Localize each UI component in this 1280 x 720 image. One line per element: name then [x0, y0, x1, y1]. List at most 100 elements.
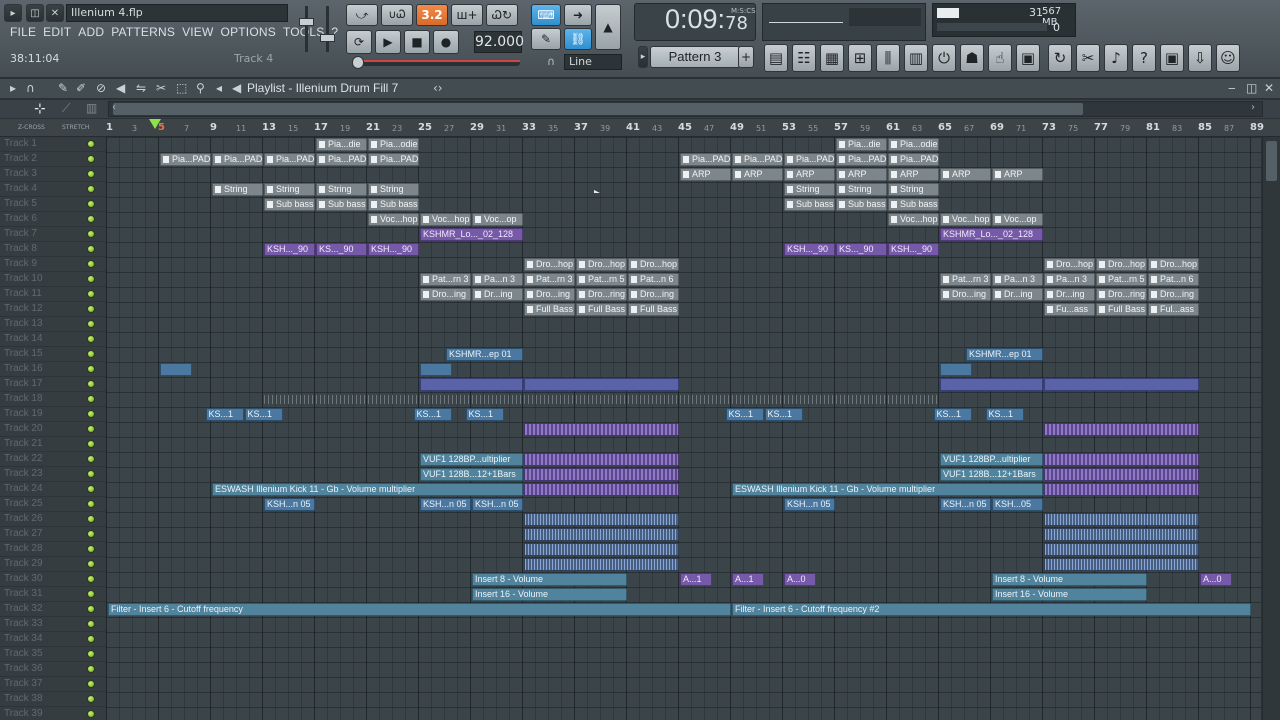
add-pattern-button[interactable]: +: [738, 46, 754, 68]
track-enable-led[interactable]: [87, 395, 95, 403]
playlist-clip[interactable]: String: [784, 183, 835, 196]
playlist-clip[interactable]: KS...1: [933, 408, 972, 421]
playlist-clip[interactable]: String: [316, 183, 367, 196]
track-header[interactable]: Track 7: [0, 227, 106, 242]
track-header[interactable]: Track 9: [0, 257, 106, 272]
menu-options[interactable]: OPTIONS: [221, 25, 276, 43]
playlist-clip[interactable]: [524, 483, 679, 496]
playlist-clip[interactable]: Pia...PAD: [160, 153, 211, 166]
metronome-icon[interactable]: ⤻: [346, 4, 378, 26]
playlist-clip[interactable]: [1044, 453, 1199, 466]
playlist-clip[interactable]: Pia...PAD: [836, 153, 887, 166]
help-icon[interactable]: ?: [1132, 44, 1156, 72]
track-enable-led[interactable]: [87, 500, 95, 508]
countdown-icon[interactable]: 3.2: [416, 4, 448, 26]
playlist-clip[interactable]: [160, 363, 192, 376]
playlist-clip[interactable]: Insert 16 - Volume: [992, 588, 1147, 601]
playlist-clip[interactable]: KSH...n 05: [472, 498, 523, 511]
track-header[interactable]: Track 28: [0, 542, 106, 557]
minimize-icon[interactable]: ‒: [1228, 81, 1236, 95]
menu-add[interactable]: ADD: [78, 25, 104, 43]
playlist-clip[interactable]: String: [264, 183, 315, 196]
track-header[interactable]: Track 20: [0, 422, 106, 437]
track-enable-led[interactable]: [87, 515, 95, 523]
track-enable-led[interactable]: [87, 350, 95, 358]
playlist-clip[interactable]: Filter - Insert 6 - Cutoff frequency #2: [732, 603, 1251, 616]
playlist-clip[interactable]: Full Bass: [524, 303, 575, 316]
master-pitch-slider[interactable]: [318, 4, 338, 54]
undo-icon[interactable]: ↻: [1048, 44, 1072, 72]
track-header[interactable]: Track 15: [0, 347, 106, 362]
track-header[interactable]: Track 8: [0, 242, 106, 257]
playlist-clip[interactable]: ARP: [784, 168, 835, 181]
playlist-clip[interactable]: Sub bass: [784, 198, 835, 211]
playlist-clip[interactable]: KS...1: [764, 408, 803, 421]
playlist-clip[interactable]: Dro...hop: [1044, 258, 1095, 271]
track-header[interactable]: Track 11: [0, 287, 106, 302]
playlist-clip[interactable]: Dr...ing: [472, 288, 523, 301]
playlist-clip[interactable]: VUF1 128BP...ultiplier: [420, 453, 523, 466]
track-header[interactable]: Track 6: [0, 212, 106, 227]
playlist-clip[interactable]: KS..._90: [836, 243, 887, 256]
save-icon[interactable]: ▣: [1160, 44, 1184, 72]
playlist-clip[interactable]: KSH..._90: [368, 243, 419, 256]
playlist-clip[interactable]: Pia...PAD: [212, 153, 263, 166]
playlist-clip[interactable]: String: [888, 183, 939, 196]
track-header[interactable]: Track 10: [0, 272, 106, 287]
playlist-clip[interactable]: [1044, 558, 1199, 571]
playlist-clip[interactable]: Dro...hop: [524, 258, 575, 271]
playlist-icon[interactable]: ▤: [764, 44, 788, 72]
track-header[interactable]: Track 38: [0, 692, 106, 707]
export-icon[interactable]: ⇩: [1188, 44, 1212, 72]
playlist-clip[interactable]: [524, 543, 679, 556]
playlist-clip[interactable]: Ful...ass: [1148, 303, 1199, 316]
playlist-clip[interactable]: Dro...hop: [576, 258, 627, 271]
track-enable-led[interactable]: [87, 560, 95, 568]
window-close-icon[interactable]: ✕: [46, 4, 64, 22]
playlist-clip[interactable]: Dro...ing: [628, 288, 679, 301]
playlist-clip[interactable]: [524, 423, 679, 436]
track-header[interactable]: Track 29: [0, 557, 106, 572]
menu-view[interactable]: VIEW: [182, 25, 213, 43]
playlist-clip[interactable]: KSH...n 05: [420, 498, 471, 511]
playhead-marker[interactable]: [149, 119, 161, 129]
playlist-clip[interactable]: VUF1 128B...12+1Bars: [420, 468, 523, 481]
playlist-clip[interactable]: Pia...PAD: [732, 153, 783, 166]
playlist-clip[interactable]: [1044, 543, 1199, 556]
menu-edit[interactable]: EDIT: [43, 25, 71, 43]
track-header[interactable]: Track 14: [0, 332, 106, 347]
playlist-clip[interactable]: Pat...rn 3: [940, 273, 991, 286]
paint-tool-icon[interactable]: ✐: [76, 81, 86, 95]
track-enable-led[interactable]: [87, 605, 95, 613]
tempo-display[interactable]: 92.000: [474, 31, 524, 53]
track-enable-led[interactable]: [87, 440, 95, 448]
track-header[interactable]: Track 36: [0, 662, 106, 677]
playlist-clip[interactable]: VUF1 128BP...ultiplier: [940, 453, 1043, 466]
master-volume-slider[interactable]: [297, 4, 317, 54]
playlist-clip[interactable]: Dro...ring: [576, 288, 627, 301]
plugin-icon[interactable]: ⏻: [932, 44, 956, 72]
playback-tool-icon[interactable]: ◂: [216, 81, 222, 95]
playlist-clip[interactable]: [940, 378, 1043, 391]
playlist-clip[interactable]: ARP: [940, 168, 991, 181]
playlist-clip[interactable]: Pia...PAD: [316, 153, 367, 166]
playlist-clip[interactable]: Insert 8 - Volume: [472, 573, 627, 586]
loop-record-icon[interactable]: Ꮗ↻: [486, 4, 518, 26]
system-menu-icon[interactable]: ▸: [4, 4, 22, 22]
playlist-clip[interactable]: [1044, 468, 1199, 481]
track-enable-led[interactable]: [87, 140, 95, 148]
playlist-clip[interactable]: [940, 363, 972, 376]
horizontal-scroll-thumb[interactable]: [113, 103, 1083, 115]
track-enable-led[interactable]: [87, 710, 95, 718]
playlist-clip[interactable]: KSH...05: [992, 498, 1043, 511]
playlist-clip[interactable]: Pia...odie: [368, 138, 419, 151]
playlist-clip[interactable]: Voc...op: [992, 213, 1043, 226]
track-header[interactable]: Track 22: [0, 452, 106, 467]
browser-icon[interactable]: ⊞: [848, 44, 872, 72]
track-header[interactable]: Track 24: [0, 482, 106, 497]
playlist-clip[interactable]: Full Bass: [1096, 303, 1147, 316]
playlist-clip[interactable]: Dro...ing: [1148, 288, 1199, 301]
track-header[interactable]: Track 32: [0, 602, 106, 617]
channel-rack-icon[interactable]: ☷: [792, 44, 816, 72]
track-header[interactable]: Track 25: [0, 497, 106, 512]
